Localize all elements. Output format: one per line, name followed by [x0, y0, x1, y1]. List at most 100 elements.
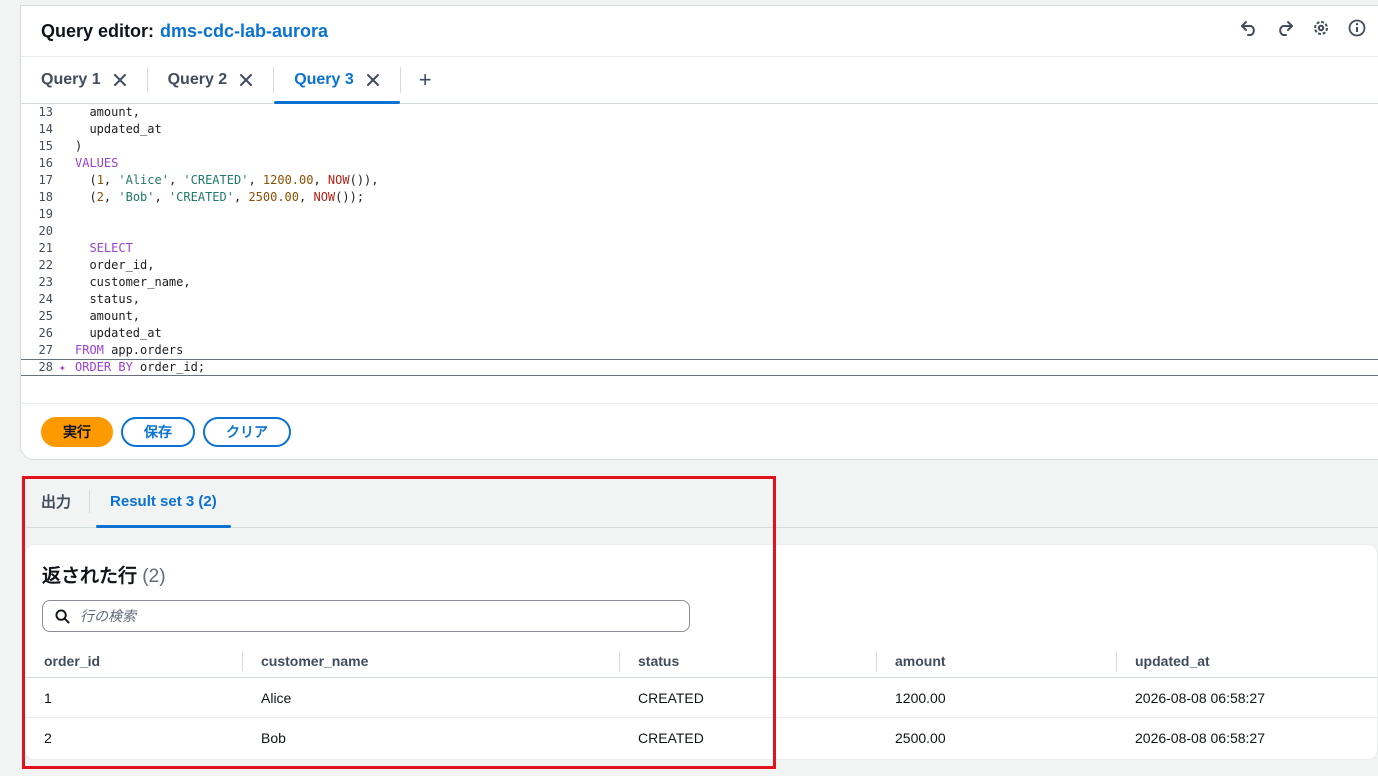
code-line[interactable]: 28 ORDER BY order_id; ✦	[21, 359, 1378, 376]
table-header-row: order_id customer_name status amount updated…	[25, 645, 1378, 678]
code-line[interactable]: 16 VALUES	[21, 155, 1378, 172]
column-header-amount[interactable]: amount	[876, 645, 1116, 677]
table-row: 2 Bob CREATED 2500.00 2026-08-08 06:58:27	[25, 718, 1378, 757]
results-count: (2)	[142, 566, 166, 587]
code-text: status,	[75, 292, 141, 306]
code-text: updated_at	[75, 122, 162, 136]
result-tabs: 出力 Result set 3 (2)	[24, 476, 1378, 528]
line-number: 20	[38, 224, 53, 238]
table-cell-status: CREATED	[638, 729, 704, 746]
code-line[interactable]: 20	[21, 223, 1378, 240]
line-number: 24	[38, 292, 53, 306]
code-text: amount,	[75, 309, 141, 323]
tab-label: Query 2	[167, 71, 228, 88]
add-tab-button[interactable]: +	[401, 57, 450, 103]
save-button[interactable]: 保存	[121, 417, 195, 447]
code-line[interactable]: 13 amount,	[21, 104, 1378, 121]
tab-result-set[interactable]: Result set 3 (2)	[92, 476, 235, 528]
table-cell-updated-at: 2026-08-08 06:58:27	[1135, 729, 1265, 746]
tab-label: Query 1	[41, 71, 101, 88]
undo-icon[interactable]	[1239, 18, 1259, 38]
results-heading: 返された行 (2)	[42, 561, 166, 588]
table-cell-status: CREATED	[638, 689, 704, 706]
code-text: )	[75, 139, 83, 153]
code-line[interactable]: 21 SELECT	[21, 240, 1378, 257]
editor-actions: 実行 保存 クリア	[41, 417, 291, 447]
code-line[interactable]: 25 amount,	[21, 308, 1378, 325]
line-number: 22	[38, 258, 53, 272]
column-header-customer-name[interactable]: customer_name	[242, 645, 619, 677]
editor-header: Query editor: dms-cdc-lab-aurora	[21, 6, 1378, 57]
line-number: 21	[38, 241, 53, 255]
table-row: 1 Alice CREATED 1200.00 2026-08-08 06:58:27	[25, 678, 1378, 718]
query-editor-panel: Query editor: dms-cdc-lab-aurora Query 1 …	[20, 5, 1378, 460]
line-number: 13	[38, 105, 53, 119]
line-number: 18	[38, 190, 53, 204]
line-number: 19	[38, 207, 53, 221]
tab-query-1[interactable]: Query 1	[21, 57, 147, 103]
header-toolbar	[1239, 18, 1367, 38]
code-line[interactable]: 23 customer_name,	[21, 274, 1378, 291]
code-text: SELECT	[89, 241, 133, 255]
row-search[interactable]	[42, 600, 690, 632]
code-line[interactable]: 17 (1, 'Alice', 'CREATED', 1200.00, NOW(…	[21, 172, 1378, 189]
code-text: amount,	[75, 105, 141, 119]
line-number: 16	[38, 156, 53, 170]
close-icon[interactable]	[366, 73, 380, 87]
tab-divider	[89, 490, 91, 513]
table-cell-updated-at: 2026-08-08 06:58:27	[1135, 689, 1265, 706]
column-header-order-id[interactable]: order_id	[25, 645, 242, 677]
code-text: (2, 'Bob', 'CREATED', 2500.00, NOW());	[75, 190, 365, 204]
code-text: FROM app.orders	[75, 343, 184, 357]
line-number: 17	[38, 173, 53, 187]
results-panel: 出力 Result set 3 (2) 返された行 (2) order_idcu…	[24, 476, 1378, 776]
close-icon[interactable]	[239, 73, 253, 87]
clear-button[interactable]: クリア	[203, 417, 291, 447]
run-button[interactable]: 実行	[41, 417, 113, 447]
tab-query-3[interactable]: Query 3	[274, 57, 400, 104]
title-label: Query editor:	[41, 20, 155, 41]
close-icon[interactable]	[113, 73, 127, 87]
code-line[interactable]: 15)	[21, 138, 1378, 155]
code-line[interactable]: 22 order_id,	[21, 257, 1378, 274]
result-table: order_id customer_name status amount updated…	[25, 645, 1378, 757]
table-cell-amount: 2500.00	[895, 729, 946, 746]
database-name: dms-cdc-lab-aurora	[160, 20, 329, 41]
code-text: ORDER BY order_id;	[75, 360, 206, 374]
code-line[interactable]: 26 updated_at	[21, 325, 1378, 342]
line-number: 15	[38, 139, 53, 153]
settings-icon[interactable]	[1311, 18, 1331, 38]
code-text: customer_name,	[75, 275, 191, 289]
table-cell-amount: 1200.00	[895, 689, 946, 706]
editor-divider	[21, 403, 1378, 404]
tab-query-2[interactable]: Query 2	[148, 57, 274, 103]
line-number: 27	[38, 343, 53, 357]
code-text: VALUES	[75, 156, 119, 170]
line-number: 25	[38, 309, 53, 323]
code-line[interactable]: 27 FROM app.orders	[21, 342, 1378, 359]
code-line[interactable]: 19	[21, 206, 1378, 223]
result-table-container: 返された行 (2) order_idcustomer_namestatusamo…	[24, 544, 1378, 760]
query-tabs: Query 1 Query 2 Query 3 +	[21, 57, 1378, 104]
tab-label: Query 3	[294, 71, 354, 88]
code-line[interactable]: 18 (2, 'Bob', 'CREATED', 2500.00, NOW())…	[21, 189, 1378, 206]
table-cell-customer-name: Bob	[261, 729, 286, 746]
line-number: 14	[38, 122, 53, 136]
code-line[interactable]: 14 updated_at	[21, 121, 1378, 138]
ai-sparkle-icon[interactable]: ✦	[59, 360, 66, 375]
line-number: 26	[38, 326, 53, 340]
column-header-updated-at[interactable]: updated_at	[1116, 645, 1378, 677]
sql-code-editor[interactable]: 13 amount, 14 updated_at 15) 16 VALUES 17 (1,…	[21, 104, 1378, 404]
code-line[interactable]: 24 status,	[21, 291, 1378, 308]
column-header-status[interactable]: status	[619, 645, 876, 677]
search-input[interactable]	[78, 607, 642, 625]
tab-output[interactable]: 出力	[24, 476, 89, 527]
info-icon[interactable]	[1347, 18, 1367, 38]
redo-icon[interactable]	[1275, 18, 1295, 38]
page-title: Query editor: dms-cdc-lab-aurora	[41, 21, 328, 42]
line-number: 23	[38, 275, 53, 289]
table-cell-order-id: 1	[44, 689, 52, 706]
code-text: order_id,	[75, 258, 155, 272]
